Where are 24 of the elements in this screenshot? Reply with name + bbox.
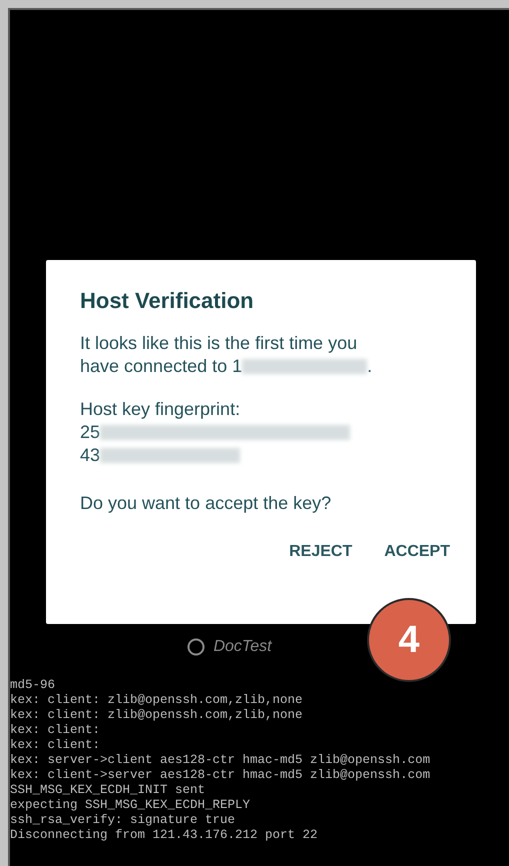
dialog-message: have connected to 1 bbox=[80, 356, 242, 376]
terminal-line: kex: client: zlib@openssh.com,zlib,none bbox=[10, 693, 304, 708]
terminal-line: expecting SSH_MSG_KEX_ECDH_REPLY bbox=[10, 798, 252, 813]
dialog-question: Do you want to accept the key? bbox=[80, 492, 332, 515]
terminal-line: Disconnecting from 121.43.176.212 port 22 bbox=[10, 828, 319, 843]
spinner-icon bbox=[187, 638, 206, 656]
terminal-line: kex: client: bbox=[10, 738, 102, 753]
terminal-line: kex: server->client aes128-ctr hmac-md5 zlib@openssh.com bbox=[10, 753, 432, 768]
terminal-line: SSH_MSG_KEX_ECDH_INIT sent bbox=[10, 783, 206, 798]
step-badge: 4 bbox=[367, 598, 451, 682]
terminal-line: md5-96 bbox=[10, 678, 56, 693]
sentence-period: . bbox=[367, 356, 372, 376]
terminal-line: kex: client: zlib@openssh.com,zlib,none bbox=[10, 708, 304, 723]
fingerprint-label: Host key fingerprint: bbox=[80, 398, 242, 421]
terminal-line: kex: client->server aes128-ctr hmac-md5 zlib@openssh.com bbox=[10, 768, 432, 783]
terminal-line: ssh_rsa_verify: signature true bbox=[10, 813, 236, 828]
fingerprint-prefix: 43 bbox=[80, 445, 100, 465]
terminal-line: kex: client: bbox=[10, 723, 102, 738]
dialog-message: It looks like this is the first time you bbox=[80, 332, 358, 355]
connection-name: DocTest bbox=[213, 638, 272, 656]
accept-button[interactable]: ACCEPT bbox=[376, 535, 458, 569]
dialog-title: Host Verification bbox=[80, 288, 255, 314]
fingerprint-prefix: 25 bbox=[80, 422, 100, 442]
reject-button[interactable]: REJECT bbox=[281, 535, 360, 569]
